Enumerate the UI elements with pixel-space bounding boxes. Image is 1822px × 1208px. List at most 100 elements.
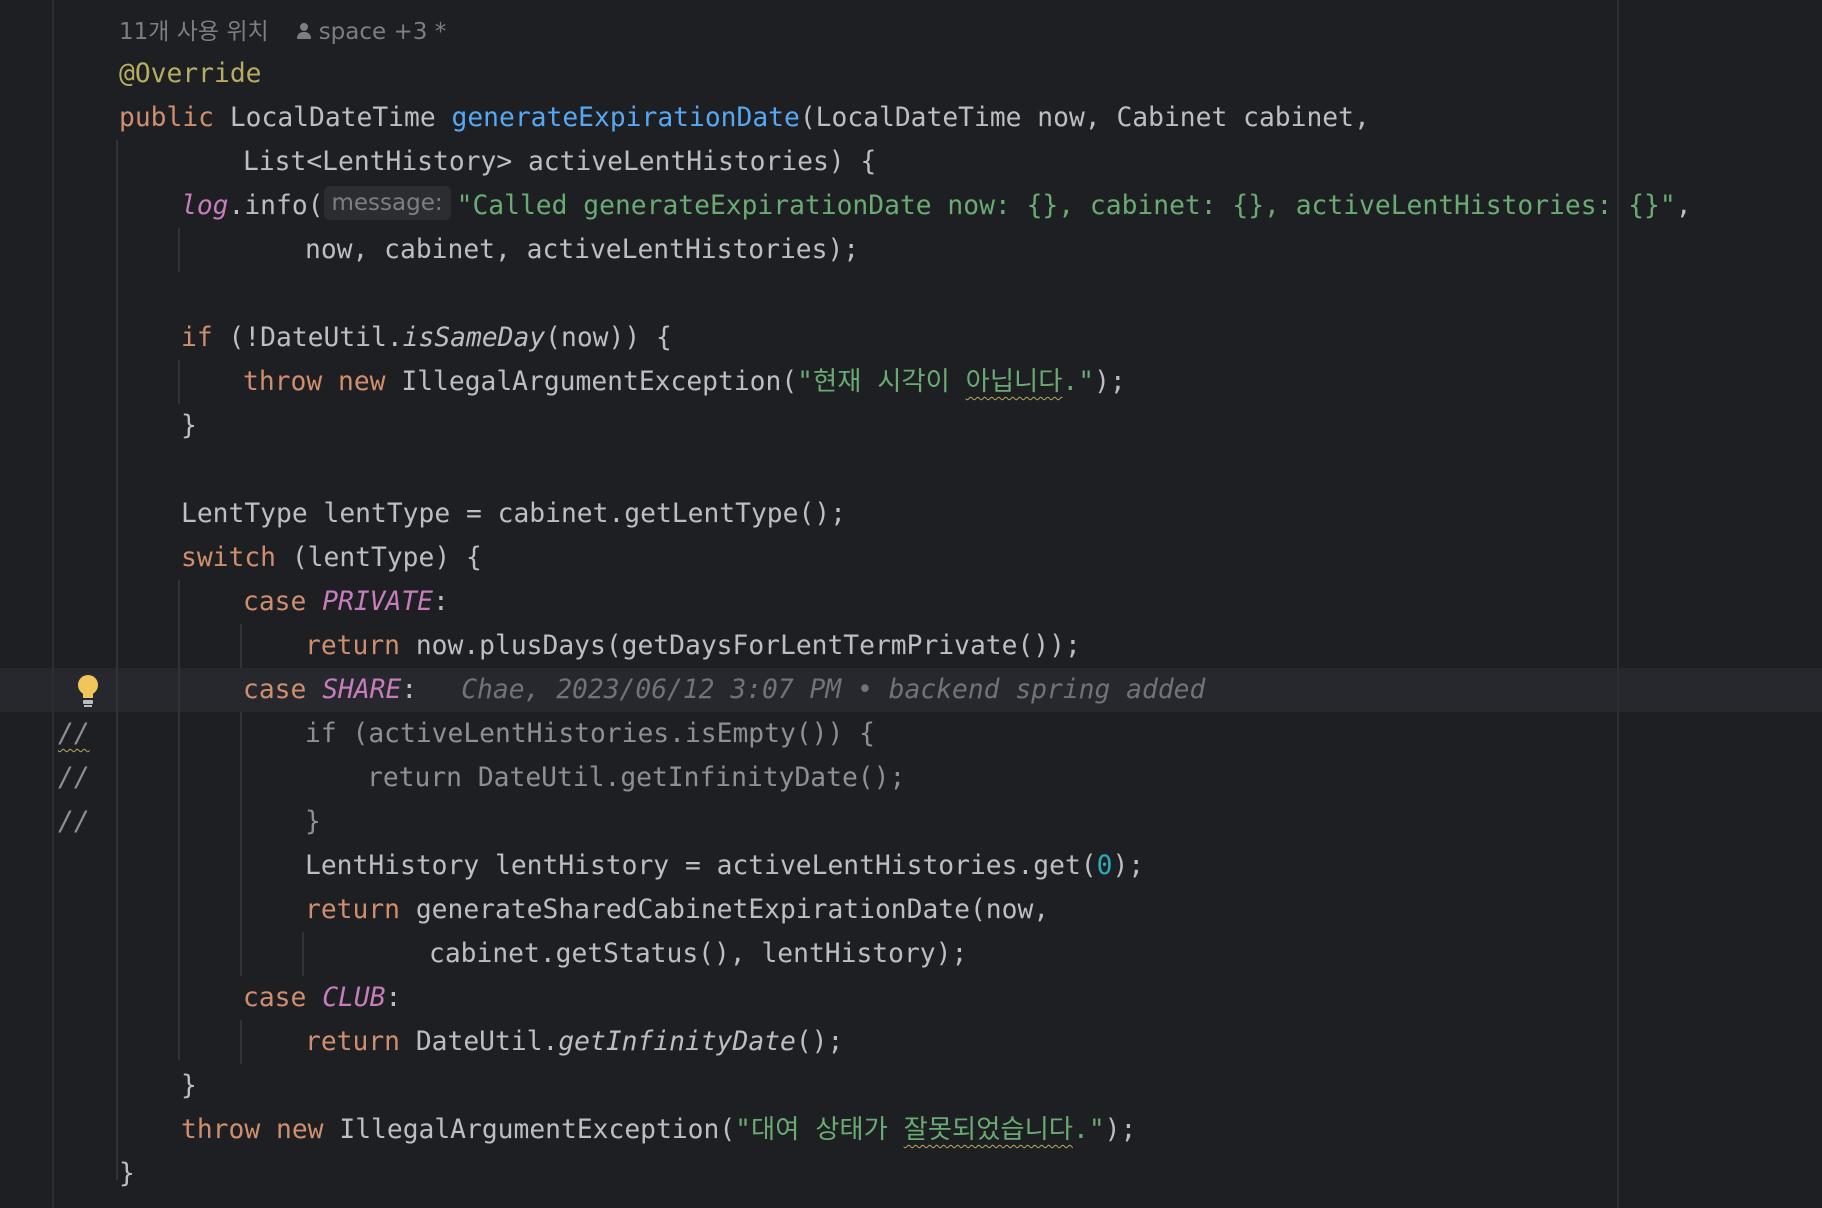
error-string-2c: ." <box>1073 1115 1105 1145</box>
right-margin-guide <box>1617 0 1619 1208</box>
git-blame-annotation[interactable]: Chae, 2023/06/12 3:07 PM • backend sprin… <box>461 675 1205 705</box>
return-type: LocalDateTime <box>229 103 436 133</box>
lenthistory-decl-end: ); <box>1112 851 1145 881</box>
error-string-2a: "대여 상태가 <box>735 1115 904 1145</box>
code-line-switch-close: } <box>181 1064 197 1108</box>
lenttype-decl: LentType lentType = cabinet.getLentType(… <box>181 499 846 529</box>
if-close: (now)) { <box>545 323 672 353</box>
exception-ctor: IllegalArgumentException( <box>339 1115 736 1145</box>
code-line-switch: switch (lentType) { <box>181 536 482 580</box>
usage-hint[interactable]: 11개 사용 위치 space +3 * <box>119 12 446 52</box>
indent-guide-if <box>178 360 180 404</box>
kw-return: return <box>305 631 400 661</box>
error-string-2b: 잘못되었습니다 <box>903 1115 1073 1145</box>
return-shared-args: cabinet.getStatus(), lentHistory); <box>429 939 968 969</box>
comment-marker-2: // <box>58 763 90 793</box>
annotation-override: @Override <box>119 59 262 89</box>
case-colon: : <box>433 587 449 617</box>
comment-marker-1: // <box>58 719 90 749</box>
log-field: log <box>181 191 229 221</box>
usages-count[interactable]: 11개 사용 위치 <box>119 19 269 45</box>
return-club-a: DateUtil. <box>415 1027 559 1057</box>
log-message-string: "Called generateExpirationDate now: {}, … <box>456 191 1676 221</box>
indent-guide-case-share <box>240 712 242 976</box>
code-line-annotation: @Override <box>119 52 262 96</box>
enum-share: SHARE <box>322 675 402 705</box>
indent-guide-case-club <box>240 1020 242 1064</box>
return-club-b: (); <box>795 1027 844 1057</box>
log-args: now, cabinet, activeLentHistories); <box>305 235 860 265</box>
kw-switch: switch <box>181 543 276 573</box>
method-name[interactable]: generateExpirationDate <box>452 103 800 133</box>
lenthistory-decl: LentHistory lentHistory = activeLentHist… <box>305 851 1097 881</box>
case-colon: : <box>385 983 402 1013</box>
code-editor[interactable]: 11개 사용 위치 space +3 * @Override public Loc… <box>0 0 1822 1208</box>
gutter-separator <box>52 0 54 1208</box>
switch-rest: (lentType) { <box>276 543 482 573</box>
code-line-case-private: case PRIVATE: <box>243 580 449 624</box>
param-name-hint: message: <box>323 186 451 220</box>
indent-guide-return-shared <box>302 932 304 976</box>
kw-if: if <box>181 323 213 353</box>
kw-new: new <box>338 367 386 397</box>
code-line-throw-1: throw new IllegalArgumentException("현재 시… <box>243 360 1126 404</box>
commented-close: } <box>305 807 321 837</box>
code-line-return-club: return DateUtil.getInfinityDate(); <box>305 1020 843 1064</box>
enum-club: CLUB <box>322 983 386 1013</box>
code-line-log-args: now, cabinet, activeLentHistories); <box>305 228 859 272</box>
kw-case: case <box>243 675 307 705</box>
code-line-if: if (!DateUtil.isSameDay(now)) { <box>181 316 672 360</box>
code-line-log: log.info(message: "Called generateExpirat… <box>181 184 1692 228</box>
log-call: .info( <box>228 191 324 221</box>
kw-return: return <box>305 1027 400 1057</box>
indent-guide-case-private <box>240 624 242 668</box>
code-line-return-shared-cont: cabinet.getStatus(), lentHistory); <box>429 932 967 976</box>
code-line-case-share: case SHARE: Chae, 2023/06/12 3:07 PM • ba… <box>243 668 1205 712</box>
error-string-1b: 아닙니다 <box>965 367 1063 397</box>
error-string-1c: ." <box>1062 367 1095 397</box>
kw-new: new <box>276 1115 324 1145</box>
brace-close: } <box>119 1159 135 1189</box>
person-icon <box>295 22 313 40</box>
commented-if: if (activeLentHistories.isEmpty()) { <box>305 719 875 749</box>
exception-ctor: IllegalArgumentException( <box>401 367 798 397</box>
code-line-commented-return: return DateUtil.getInfinityDate(); <box>367 756 905 800</box>
code-line-lenthistory: LentHistory lentHistory = activeLentHist… <box>305 844 1144 888</box>
code-line-method-close: } <box>119 1152 135 1196</box>
get-infinity-call: getInfinityDate <box>558 1027 796 1057</box>
indent-guide-switch <box>178 580 180 1060</box>
return-private-expr: now.plusDays(getDaysForLentTermPrivate()… <box>415 631 1081 661</box>
log-msg-comma: , <box>1675 191 1692 221</box>
throw-close-1: ); <box>1094 367 1126 397</box>
brace-close: } <box>181 411 197 441</box>
authors-hint[interactable]: space +3 * <box>319 19 447 45</box>
code-line-if-close: } <box>181 404 197 448</box>
is-same-day-call: isSameDay <box>402 323 546 353</box>
code-line-commented-close: } <box>305 800 321 844</box>
indent-guide-method <box>116 140 118 1180</box>
kw-public: public <box>119 103 214 133</box>
kw-case: case <box>243 587 307 617</box>
code-line-case-club: case CLUB: <box>243 976 401 1020</box>
brace-close: } <box>181 1071 197 1101</box>
commented-return: return DateUtil.getInfinityDate(); <box>367 763 906 793</box>
code-line-commented-if: if (activeLentHistories.isEmpty()) { <box>305 712 875 756</box>
throw-close-2: ); <box>1104 1115 1137 1145</box>
code-line-signature-cont: List<LentHistory> activeLentHistories) { <box>243 140 876 184</box>
kw-case: case <box>243 983 307 1013</box>
kw-throw: throw <box>181 1115 261 1145</box>
code-line-signature: public LocalDateTime generateExpirationD… <box>119 96 1370 140</box>
kw-throw: throw <box>243 367 323 397</box>
return-shared-expr: generateSharedCabinetExpirationDate(now, <box>415 895 1050 925</box>
method-params: (LocalDateTime now, Cabinet cabinet, <box>799 103 1370 133</box>
if-open: (!DateUtil. <box>212 323 403 353</box>
kw-return: return <box>305 895 400 925</box>
indent-guide-log <box>178 228 180 272</box>
method-params-cont: List<LentHistory> activeLentHistories) { <box>243 147 877 177</box>
index-literal: 0 <box>1096 851 1113 881</box>
code-line-return-private: return now.plusDays(getDaysForLentTermPr… <box>305 624 1081 668</box>
lightbulb-icon[interactable] <box>76 675 100 707</box>
case-colon: : <box>401 675 418 705</box>
enum-private: PRIVATE <box>322 587 434 617</box>
comment-marker-3: // <box>58 807 90 837</box>
